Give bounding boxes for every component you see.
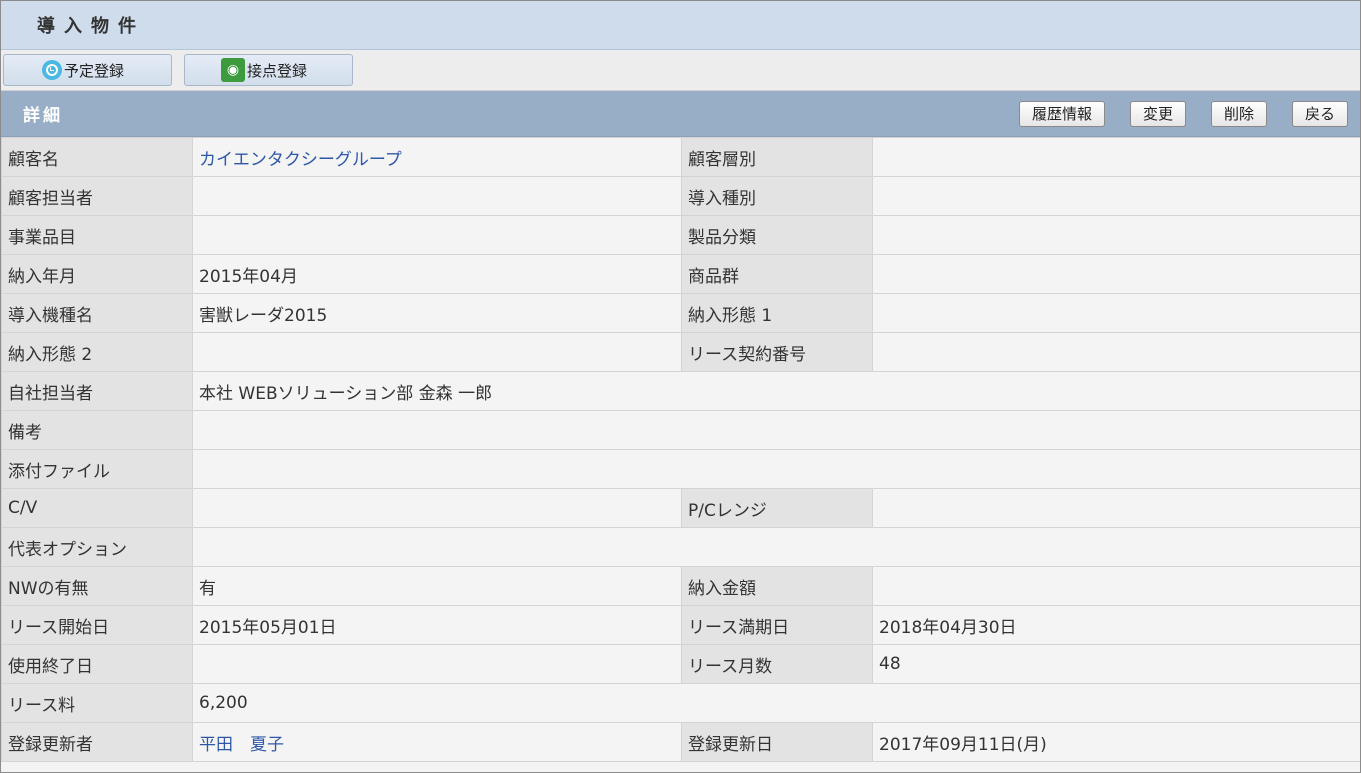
pc-range-value [872, 488, 1360, 528]
lease-months-value: 48 [872, 644, 1360, 684]
detail-window: 導入物件 予定登録 ◉ 接点登録 詳細 履歴情報 変更 削除 戻る 顧客名 カイ… [0, 0, 1361, 773]
model-name-value: 害獣レーダ2015 [192, 293, 682, 333]
delivery-form2-value [192, 332, 682, 372]
updater-label: 登録更新者 [1, 722, 193, 762]
lease-end-label: リース満期日 [681, 605, 873, 645]
delete-button[interactable]: 削除 [1210, 100, 1267, 127]
table-row: 備考 [1, 410, 1360, 450]
lease-months-label: リース月数 [681, 644, 873, 684]
product-class-label: 製品分類 [681, 215, 873, 255]
delivery-month-label: 納入年月 [1, 254, 193, 294]
table-row: 納入形態 2 リース契約番号 [1, 332, 1360, 372]
lease-contract-label: リース契約番号 [681, 332, 873, 372]
table-row: 事業品目 製品分類 [1, 215, 1360, 255]
contact-register-button[interactable]: ◉ 接点登録 [184, 54, 353, 86]
attachment-label: 添付ファイル [1, 449, 193, 489]
schedule-register-button[interactable]: 予定登録 [3, 54, 172, 86]
table-row: C/V P/Cレンジ [1, 488, 1360, 528]
lease-fee-label: リース料 [1, 683, 193, 723]
table-row: 自社担当者 本社 WEBソリューション部 金森 一郎 [1, 371, 1360, 411]
customer-tier-label: 顧客層別 [681, 137, 873, 177]
table-row: リース開始日 2015年05月01日 リース満期日 2018年04月30日 [1, 605, 1360, 645]
delivery-month-value: 2015年04月 [192, 254, 682, 294]
delivery-form2-label: 納入形態 2 [1, 332, 193, 372]
toolbar: 予定登録 ◉ 接点登録 [1, 50, 1360, 91]
section-header: 詳細 履歴情報 変更 削除 戻る [1, 91, 1360, 137]
table-row: 顧客担当者 導入種別 [1, 176, 1360, 216]
camera-icon: ◉ [221, 58, 245, 82]
lease-fee-value: 6,200 [192, 683, 1360, 723]
lease-start-label: リース開始日 [1, 605, 193, 645]
history-button[interactable]: 履歴情報 [1018, 100, 1105, 127]
table-row: 添付ファイル [1, 449, 1360, 489]
cv-value [192, 488, 682, 528]
use-end-label: 使用終了日 [1, 644, 193, 684]
section-title: 詳細 [23, 106, 63, 126]
updated-label: 登録更新日 [681, 722, 873, 762]
remarks-value [192, 410, 1360, 450]
owner-label: 自社担当者 [1, 371, 193, 411]
table-row: NWの有無 有 納入金額 [1, 566, 1360, 606]
lease-contract-value [872, 332, 1360, 372]
lease-start-value: 2015年05月01日 [192, 605, 682, 645]
lease-end-value: 2018年04月30日 [872, 605, 1360, 645]
detail-table: 顧客名 カイエンタクシーグループ 顧客層別 顧客担当者 導入種別 事業品目 製品… [1, 137, 1360, 762]
table-row: 顧客名 カイエンタクシーグループ 顧客層別 [1, 137, 1360, 177]
delivery-form1-label: 納入形態 1 [681, 293, 873, 333]
table-row: 代表オプション [1, 527, 1360, 567]
product-group-value [872, 254, 1360, 294]
title-bar: 導入物件 [1, 1, 1360, 50]
cv-label: C/V [1, 488, 193, 528]
customer-contact-label: 顧客担当者 [1, 176, 193, 216]
updater-link[interactable]: 平田 夏子 [199, 735, 284, 755]
edit-button[interactable]: 変更 [1129, 100, 1186, 127]
amount-label: 納入金額 [681, 566, 873, 606]
use-end-value [192, 644, 682, 684]
pc-range-label: P/Cレンジ [681, 488, 873, 528]
back-button[interactable]: 戻る [1291, 100, 1348, 127]
table-row: 使用終了日 リース月数 48 [1, 644, 1360, 684]
amount-value [872, 566, 1360, 606]
nw-value: 有 [192, 566, 682, 606]
owner-value: 本社 WEBソリューション部 金森 一郎 [192, 371, 1360, 411]
main-option-value [192, 527, 1360, 567]
attachment-value [192, 449, 1360, 489]
table-row: 登録更新者 平田 夏子 登録更新日 2017年09月11日(月) [1, 722, 1360, 762]
table-row: リース料 6,200 [1, 683, 1360, 723]
customer-name-label: 顧客名 [1, 137, 193, 177]
table-row: 納入年月 2015年04月 商品群 [1, 254, 1360, 294]
page-title: 導入物件 [37, 16, 145, 37]
install-type-label: 導入種別 [681, 176, 873, 216]
customer-name-cell: カイエンタクシーグループ [192, 137, 682, 177]
business-item-label: 事業品目 [1, 215, 193, 255]
customer-contact-value [192, 176, 682, 216]
customer-tier-value [872, 137, 1360, 177]
main-option-label: 代表オプション [1, 527, 193, 567]
table-row: 導入機種名 害獣レーダ2015 納入形態 1 [1, 293, 1360, 333]
remarks-label: 備考 [1, 410, 193, 450]
product-class-value [872, 215, 1360, 255]
customer-name-link[interactable]: カイエンタクシーグループ [199, 150, 402, 170]
model-name-label: 導入機種名 [1, 293, 193, 333]
action-buttons: 履歴情報 変更 削除 戻る [1018, 100, 1348, 127]
delivery-form1-value [872, 293, 1360, 333]
updated-value: 2017年09月11日(月) [872, 722, 1360, 762]
contact-register-label: 接点登録 [247, 61, 308, 80]
updater-cell: 平田 夏子 [192, 722, 682, 762]
clock-icon [42, 60, 62, 80]
schedule-register-label: 予定登録 [64, 61, 125, 80]
nw-label: NWの有無 [1, 566, 193, 606]
business-item-value [192, 215, 682, 255]
product-group-label: 商品群 [681, 254, 873, 294]
install-type-value [872, 176, 1360, 216]
